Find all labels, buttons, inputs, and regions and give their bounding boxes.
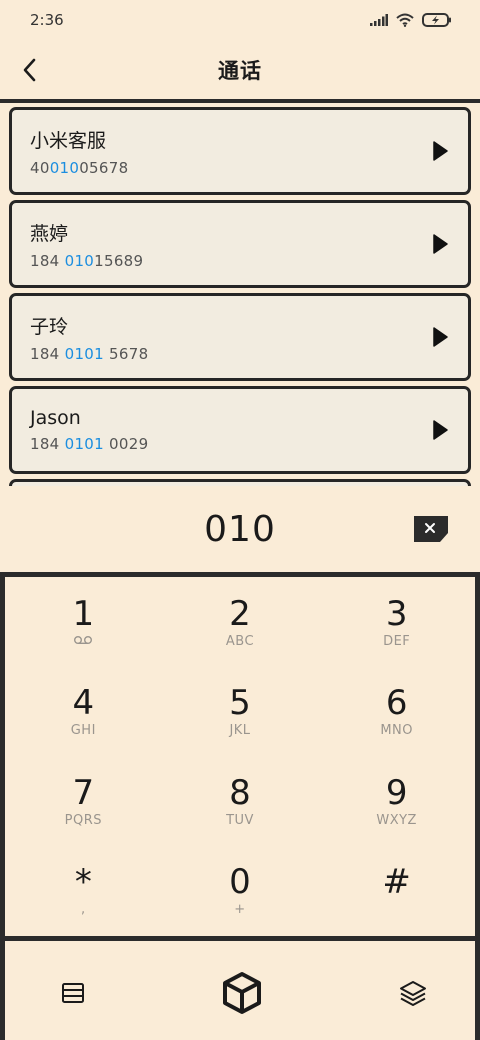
status-bar: 2:36	[0, 0, 480, 40]
contact-info: 子玲 184 0101 5678	[30, 312, 148, 363]
layers-button[interactable]	[399, 979, 427, 1007]
key-letters: JKL	[229, 723, 251, 739]
contact-number: 184 01015689	[30, 251, 144, 270]
key-digit: 0	[229, 862, 251, 903]
keypad-grid: 1 2 ABC 3 DEF 4 GHI 5 JKL 6 MNO 7 PQRS 8…	[5, 577, 475, 935]
chevron-left-icon	[23, 58, 36, 82]
contact-info: 燕婷 184 01015689	[30, 219, 143, 270]
key-digit: 6	[385, 683, 408, 724]
play-icon[interactable]	[432, 327, 448, 347]
contact-list[interactable]: 小米客服 4001005678 燕婷 184 01015689 子玲 184 0…	[0, 103, 480, 486]
play-icon[interactable]	[432, 141, 448, 161]
contact-card[interactable]: Jason 184 0101 0029	[9, 386, 471, 474]
key-letters: DEF	[383, 633, 411, 649]
match-highlight: 0101	[64, 435, 104, 453]
key-5[interactable]: 5 JKL	[162, 667, 319, 757]
match-highlight: 010	[64, 251, 95, 270]
menu-button[interactable]	[61, 982, 85, 1004]
play-icon[interactable]	[432, 234, 448, 254]
contact-number: 184 0101 5678	[30, 344, 149, 363]
key-7[interactable]: 7 PQRS	[5, 756, 162, 846]
key-letters: GHI	[70, 723, 96, 739]
key-9[interactable]: 9 WXYZ	[318, 756, 475, 846]
back-button[interactable]	[12, 52, 48, 88]
key-digit: 8	[229, 772, 251, 813]
wifi-icon	[396, 13, 414, 27]
contact-name: 小米客服	[30, 129, 107, 152]
contact-card[interactable]: 燕婷 184 01015689	[9, 200, 471, 288]
key-digit: #	[382, 862, 411, 903]
menu-icon	[62, 983, 84, 1003]
key-digit: 1	[72, 593, 95, 634]
dial-keypad: 1 2 ABC 3 DEF 4 GHI 5 JKL 6 MNO 7 PQRS 8…	[0, 572, 480, 1040]
contact-name: 子玲	[30, 315, 69, 338]
key-digit: 3	[385, 593, 408, 634]
contact-name: Jason	[30, 407, 81, 429]
match-highlight: 010	[49, 158, 80, 177]
contact-info: Jason 184 0101 0029	[30, 407, 148, 453]
contact-card[interactable]: 子玲 184 0101 5678	[9, 293, 471, 381]
contact-name: 燕婷	[30, 222, 69, 245]
key-2[interactable]: 2 ABC	[162, 577, 319, 667]
key-letters: PQRS	[64, 812, 102, 828]
status-time: 2:36	[30, 11, 64, 29]
signal-icon	[370, 14, 388, 26]
key-6[interactable]: 6 MNO	[318, 667, 475, 757]
key-1[interactable]: 1	[5, 577, 162, 667]
dial-input[interactable]: 010	[204, 509, 276, 550]
key-0[interactable]: 0 +	[162, 846, 319, 936]
key-letters: ,	[81, 902, 86, 918]
key-digit: 7	[72, 772, 95, 813]
key-hash[interactable]: #	[318, 846, 475, 936]
key-digit: 5	[229, 683, 251, 724]
contact-number: 4001005678	[30, 158, 129, 177]
key-digit: 4	[72, 683, 95, 724]
layers-icon	[400, 981, 426, 1006]
key-digit: 9	[385, 772, 408, 813]
key-digit: *	[74, 862, 92, 903]
voicemail-icon	[73, 634, 93, 650]
key-star[interactable]: * ,	[5, 846, 162, 936]
contact-card[interactable]: 小米客服 4001005678	[9, 107, 471, 195]
bottom-action-bar	[5, 941, 475, 1040]
contact-info: 小米客服 4001005678	[30, 126, 128, 177]
key-8[interactable]: 8 TUV	[162, 756, 319, 846]
battery-charging-icon	[422, 13, 451, 27]
page-title: 通话	[218, 59, 262, 83]
key-letters: ABC	[225, 633, 255, 649]
contact-number: 184 0101 0029	[30, 435, 149, 453]
play-icon[interactable]	[432, 420, 448, 440]
key-letters: +	[234, 902, 246, 918]
key-letters: TUV	[226, 812, 254, 828]
key-letters: MNO	[380, 723, 413, 739]
match-highlight: 0101	[64, 344, 104, 363]
status-icons	[370, 13, 452, 27]
key-digit: 2	[229, 593, 251, 634]
backspace-icon[interactable]	[414, 516, 448, 542]
key-4[interactable]: 4 GHI	[5, 667, 162, 757]
dial-input-area: 010	[0, 486, 480, 572]
header: 通话	[0, 40, 480, 100]
dial-button[interactable]	[220, 971, 264, 1015]
cube-icon	[223, 972, 261, 1014]
contact-card[interactable]	[9, 479, 471, 486]
key-letters: WXYZ	[376, 812, 417, 828]
key-3[interactable]: 3 DEF	[318, 577, 475, 667]
